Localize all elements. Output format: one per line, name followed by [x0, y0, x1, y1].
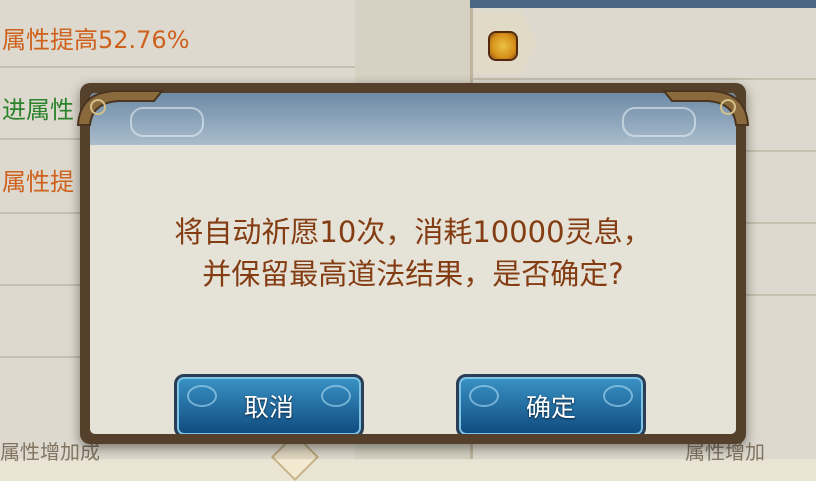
message-line-1: 将自动祈愿10次，消耗10000灵息， [174, 215, 652, 249]
message-line-2: 并保留最高道法结果，是否确定? [202, 257, 624, 291]
dialog-header [90, 93, 736, 145]
right-corner-ornament-icon [662, 90, 750, 126]
left-corner-ornament-icon [76, 90, 164, 126]
confirm-button[interactable]: 确定 [456, 374, 646, 434]
confirm-dialog: 将自动祈愿10次，消耗10000灵息， 并保留最高道法结果，是否确定? 取消 确… [76, 83, 750, 444]
swirl-ornament-icon [603, 385, 633, 407]
dialog-message: 将自动祈愿10次，消耗10000灵息， 并保留最高道法结果，是否确定? [90, 211, 736, 295]
cancel-button[interactable]: 取消 [174, 374, 364, 434]
swirl-ornament-icon [321, 385, 351, 407]
cancel-button-label: 取消 [243, 393, 294, 422]
swirl-ornament-icon [187, 385, 217, 407]
confirm-button-label: 确定 [525, 393, 576, 422]
dialog-body: 将自动祈愿10次，消耗10000灵息， 并保留最高道法结果，是否确定? 取消 确… [90, 93, 736, 434]
swirl-ornament-icon [469, 385, 499, 407]
